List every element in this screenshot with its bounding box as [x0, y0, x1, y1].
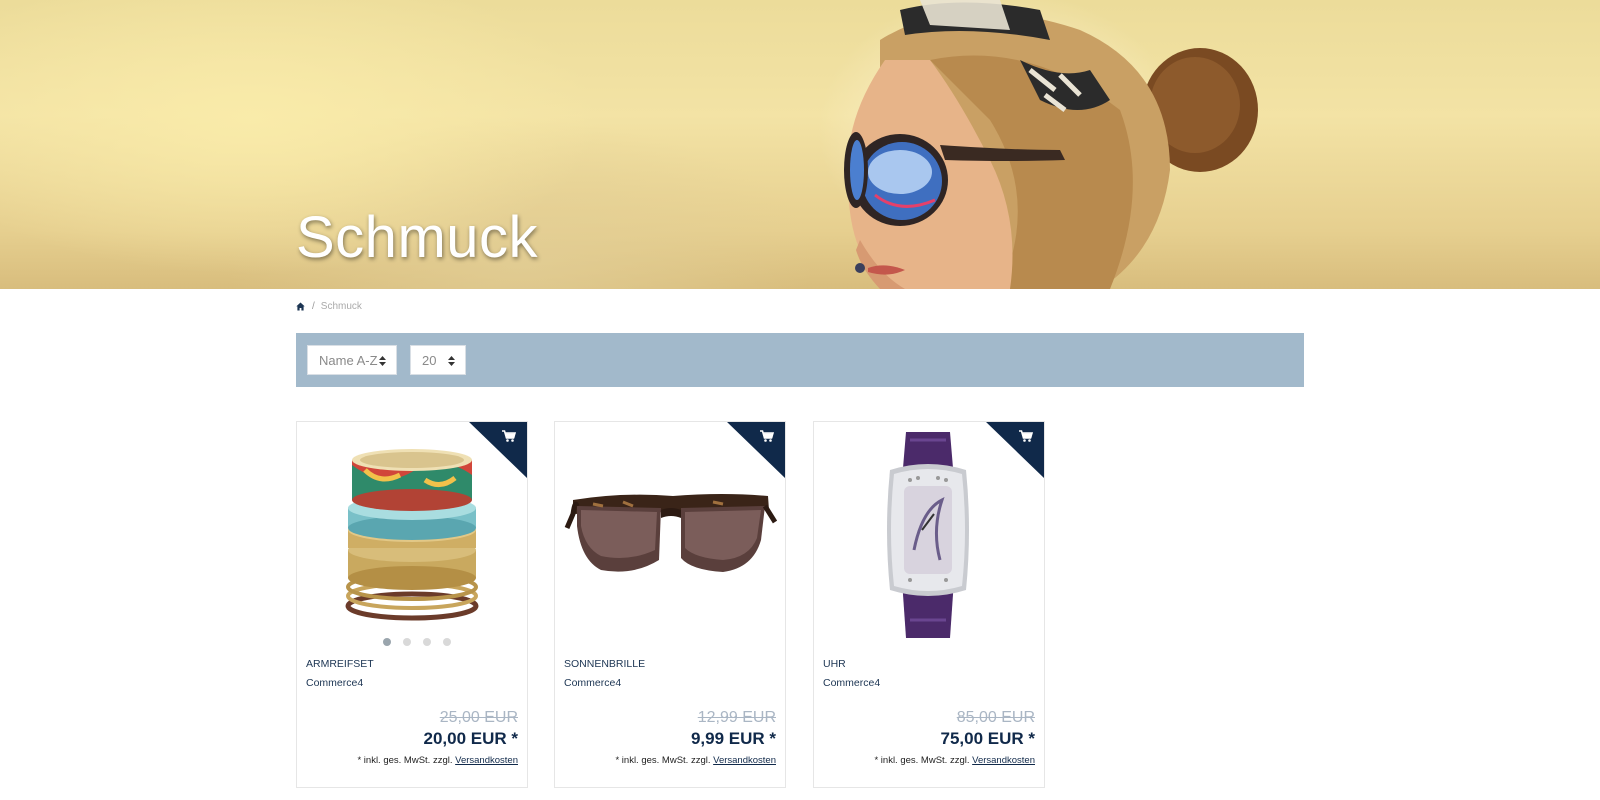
shipping-costs-link[interactable]: Versandkosten: [455, 755, 518, 766]
home-icon[interactable]: [296, 302, 305, 311]
product-old-price: 85,00 EUR: [956, 709, 1035, 726]
add-to-cart-button[interactable]: [985, 422, 1044, 479]
product-old-price: 12,99 EUR: [697, 709, 776, 726]
product-card-uhr[interactable]: UHR Commerce4 85,00 EUR 75,00 EUR * * in…: [813, 421, 1045, 788]
tax-note-text: * inkl. ges. MwSt. zzgl.: [615, 755, 711, 766]
select-arrows-icon: [379, 356, 386, 366]
slider-dot[interactable]: [403, 638, 411, 646]
shipping-costs-link[interactable]: Versandkosten: [713, 755, 776, 766]
tax-note: * inkl. ges. MwSt. zzgl. Versandkosten: [615, 755, 776, 766]
product-price: 9,99 EUR *: [690, 729, 776, 748]
product-price: 75,00 EUR *: [940, 729, 1036, 748]
select-arrows-icon: [448, 356, 455, 366]
shipping-costs-link[interactable]: Versandkosten: [972, 755, 1035, 766]
product-old-price: 25,00 EUR: [439, 709, 518, 726]
slider-dot[interactable]: [423, 638, 431, 646]
product-manufacturer: Commerce4: [564, 677, 622, 689]
tax-note-text: * inkl. ges. MwSt. zzgl.: [874, 755, 970, 766]
listing-toolbar: Name A-Z 20: [296, 333, 1304, 387]
product-manufacturer: Commerce4: [306, 677, 364, 689]
tax-note: * inkl. ges. MwSt. zzgl. Versandkosten: [357, 755, 518, 766]
product-name[interactable]: SONNENBRILLE: [564, 658, 645, 670]
breadcrumb: / Schmuck: [296, 300, 362, 312]
product-card-sonnenbrille[interactable]: SONNENBRILLE Commerce4 12,99 EUR 9,99 EU…: [554, 421, 786, 788]
slider-dot[interactable]: [383, 638, 391, 646]
per-page-select[interactable]: 20: [410, 345, 466, 375]
slider-dot[interactable]: [443, 638, 451, 646]
product-price: 20,00 EUR *: [423, 729, 519, 748]
per-page-select-value: 20: [422, 352, 437, 368]
hero-image: [844, 0, 1258, 289]
page-title: Schmuck: [296, 205, 539, 270]
add-to-cart-button[interactable]: [726, 422, 785, 479]
product-name[interactable]: ARMREIFSET: [306, 658, 374, 670]
product-name[interactable]: UHR: [823, 658, 846, 670]
add-to-cart-button[interactable]: [468, 422, 527, 479]
product-card-armreifset[interactable]: ARMREIFSET Commerce4 25,00 EUR 20,00 EUR…: [296, 421, 528, 788]
hero-banner: Schmuck: [0, 0, 1600, 289]
product-manufacturer: Commerce4: [823, 677, 881, 689]
sort-select-value: Name A-Z: [319, 352, 378, 368]
tax-note-text: * inkl. ges. MwSt. zzgl.: [357, 755, 453, 766]
image-slider-dots: [383, 638, 451, 646]
sort-select[interactable]: Name A-Z: [307, 345, 397, 375]
tax-note: * inkl. ges. MwSt. zzgl. Versandkosten: [874, 755, 1035, 766]
breadcrumb-separator: /: [312, 300, 315, 312]
breadcrumb-current: Schmuck: [320, 300, 362, 312]
